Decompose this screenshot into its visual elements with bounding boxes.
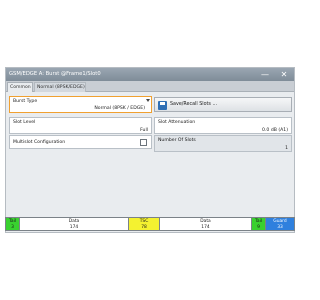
- burst-type-value: Normal (8PSK / EDGE): [94, 106, 145, 111]
- segment-name: Guard: [273, 219, 287, 224]
- tab-common[interactable]: Common: [7, 82, 33, 92]
- segment-count: 33: [277, 225, 283, 230]
- burst-type-label: Burst Type: [13, 99, 38, 104]
- save-disk-icon: [158, 101, 167, 110]
- number-of-slots-label: Number Of Slots: [158, 138, 196, 143]
- tail-segment[interactable]: Tail 3: [6, 218, 20, 230]
- multislot-configuration-label: Multislot Configuration: [13, 140, 66, 145]
- burst-structure-bar: Tail 3 Data 174 TSC 78 Data 174 Tail 9 G…: [5, 217, 295, 231]
- segment-name: Tail: [8, 219, 17, 224]
- burst-dialog: GSM/EDGE A: Burst @Frame1/Slot0 — ✕ Comm…: [5, 67, 295, 233]
- tab-normal-8psk-edge[interactable]: Normal (8PSK/EDGE): [34, 82, 86, 92]
- burst-type-select[interactable]: Burst Type Normal (8PSK / EDGE): [9, 96, 152, 113]
- slot-level-field[interactable]: Slot Level Full: [9, 117, 152, 134]
- slot-attenuation-value: 0.0 dB (A1): [262, 128, 288, 133]
- tab-bar: Common Normal (8PSK/EDGE): [6, 81, 294, 92]
- guard-segment[interactable]: Guard 33: [266, 218, 294, 230]
- segment-count: 174: [201, 225, 210, 230]
- save-recall-slots-button[interactable]: Save/Recall Slots ...: [154, 97, 292, 112]
- segment-count: 174: [69, 225, 79, 230]
- segment-count: 3: [11, 225, 14, 230]
- slot-level-label: Slot Level: [13, 120, 36, 125]
- dropdown-arrow-icon: [146, 99, 150, 102]
- title-bar: GSM/EDGE A: Burst @Frame1/Slot0 — ✕: [6, 68, 294, 81]
- number-of-slots-value: 1: [285, 146, 288, 151]
- segment-name: Tail: [254, 219, 263, 224]
- minimize-icon[interactable]: —: [257, 69, 273, 80]
- data-segment[interactable]: Data 174: [160, 218, 252, 230]
- close-icon[interactable]: ✕: [276, 69, 292, 80]
- tsc-segment[interactable]: TSC 78: [129, 218, 160, 230]
- segment-name: TSC: [139, 219, 149, 224]
- tail-segment[interactable]: Tail 9: [252, 218, 266, 230]
- slot-attenuation-label: Slot Attenuation: [158, 120, 196, 125]
- multislot-configuration-checkbox[interactable]: [140, 139, 147, 146]
- slot-level-value: Full: [140, 128, 148, 133]
- number-of-slots-field: Number Of Slots 1: [154, 135, 292, 152]
- segment-name: Data: [68, 219, 80, 224]
- data-segment[interactable]: Data 174: [20, 218, 129, 230]
- window-title: GSM/EDGE A: Burst @Frame1/Slot0: [9, 71, 101, 77]
- save-recall-label: Save/Recall Slots ...: [170, 102, 218, 107]
- segment-name: Data: [200, 219, 211, 224]
- segment-count: 9: [257, 225, 260, 230]
- multislot-configuration-row: Multislot Configuration: [9, 135, 152, 149]
- slot-attenuation-field[interactable]: Slot Attenuation 0.0 dB (A1): [154, 117, 292, 134]
- segment-count: 78: [141, 225, 147, 230]
